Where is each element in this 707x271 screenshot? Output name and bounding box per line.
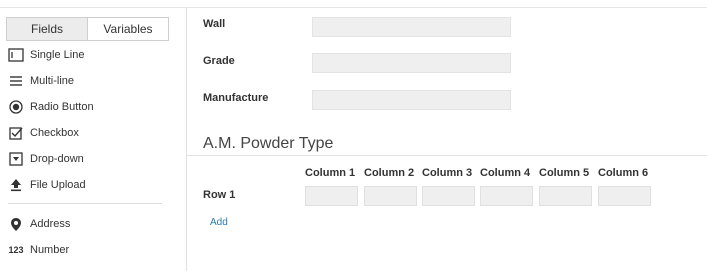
file-upload-icon [8, 177, 24, 193]
column-header: Column 3 [422, 167, 473, 179]
field-type-label: Address [30, 218, 71, 230]
field-type-file-upload[interactable]: File Upload [8, 176, 86, 194]
wall-input[interactable] [312, 17, 511, 37]
multi-line-icon [8, 73, 24, 89]
checkbox-icon [8, 125, 24, 141]
field-type-single-line[interactable]: Single Line [8, 46, 84, 64]
grid-cell-input[interactable] [539, 186, 592, 206]
field-label-manufacture: Manufacture [203, 92, 269, 104]
field-type-label: Multi-line [30, 75, 75, 87]
grid-cell-input[interactable] [422, 186, 475, 206]
grid-cell-input[interactable] [480, 186, 533, 206]
field-type-radio-button[interactable]: Radio Button [8, 98, 94, 116]
field-type-address[interactable]: Address [8, 215, 70, 233]
field-type-multi-line[interactable]: Multi-line [8, 72, 74, 90]
section-divider [187, 155, 707, 156]
radio-button-icon [8, 99, 24, 115]
grid-cell-input[interactable] [305, 186, 358, 206]
manufacture-input[interactable] [312, 90, 511, 110]
grid-cell-input[interactable] [364, 186, 417, 206]
dropdown-icon [8, 151, 24, 167]
field-type-label: Single Line [30, 49, 85, 61]
tab-fields[interactable]: Fields [7, 18, 88, 40]
field-type-label: Radio Button [30, 101, 94, 113]
column-header: Column 5 [539, 167, 590, 179]
field-type-label: File Upload [30, 179, 86, 191]
field-type-dropdown[interactable]: Drop-down [8, 150, 84, 168]
field-label-wall: Wall [203, 18, 226, 30]
single-line-icon [8, 47, 24, 63]
field-type-checkbox[interactable]: Checkbox [8, 124, 79, 142]
column-header: Column 1 [305, 167, 356, 179]
field-label-grade: Grade [203, 55, 235, 67]
column-header: Column 2 [364, 167, 415, 179]
field-type-number[interactable]: 123 Number [8, 241, 69, 259]
column-header: Column 6 [598, 167, 649, 179]
field-type-label: Checkbox [30, 127, 79, 139]
section-title: A.M. Powder Type [203, 135, 334, 152]
top-border [0, 0, 707, 8]
field-type-label: Drop-down [30, 153, 84, 165]
grade-input[interactable] [312, 53, 511, 73]
palette-divider [8, 203, 162, 204]
palette-tabs: Fields Variables [6, 17, 169, 41]
field-type-label: Number [30, 244, 70, 256]
grid-cell-input[interactable] [598, 186, 651, 206]
number-icon: 123 [8, 245, 24, 255]
form-canvas: Wall Grade Manufacture A.M. Powder Type … [187, 8, 707, 271]
add-row-link[interactable]: Add [210, 217, 228, 228]
tab-variables[interactable]: Variables [88, 18, 168, 40]
row-label: Row 1 [203, 189, 236, 201]
field-palette-sidebar: Fields Variables Single Line Multi-line … [0, 8, 187, 271]
location-pin-icon [8, 216, 24, 232]
column-header: Column 4 [480, 167, 531, 179]
